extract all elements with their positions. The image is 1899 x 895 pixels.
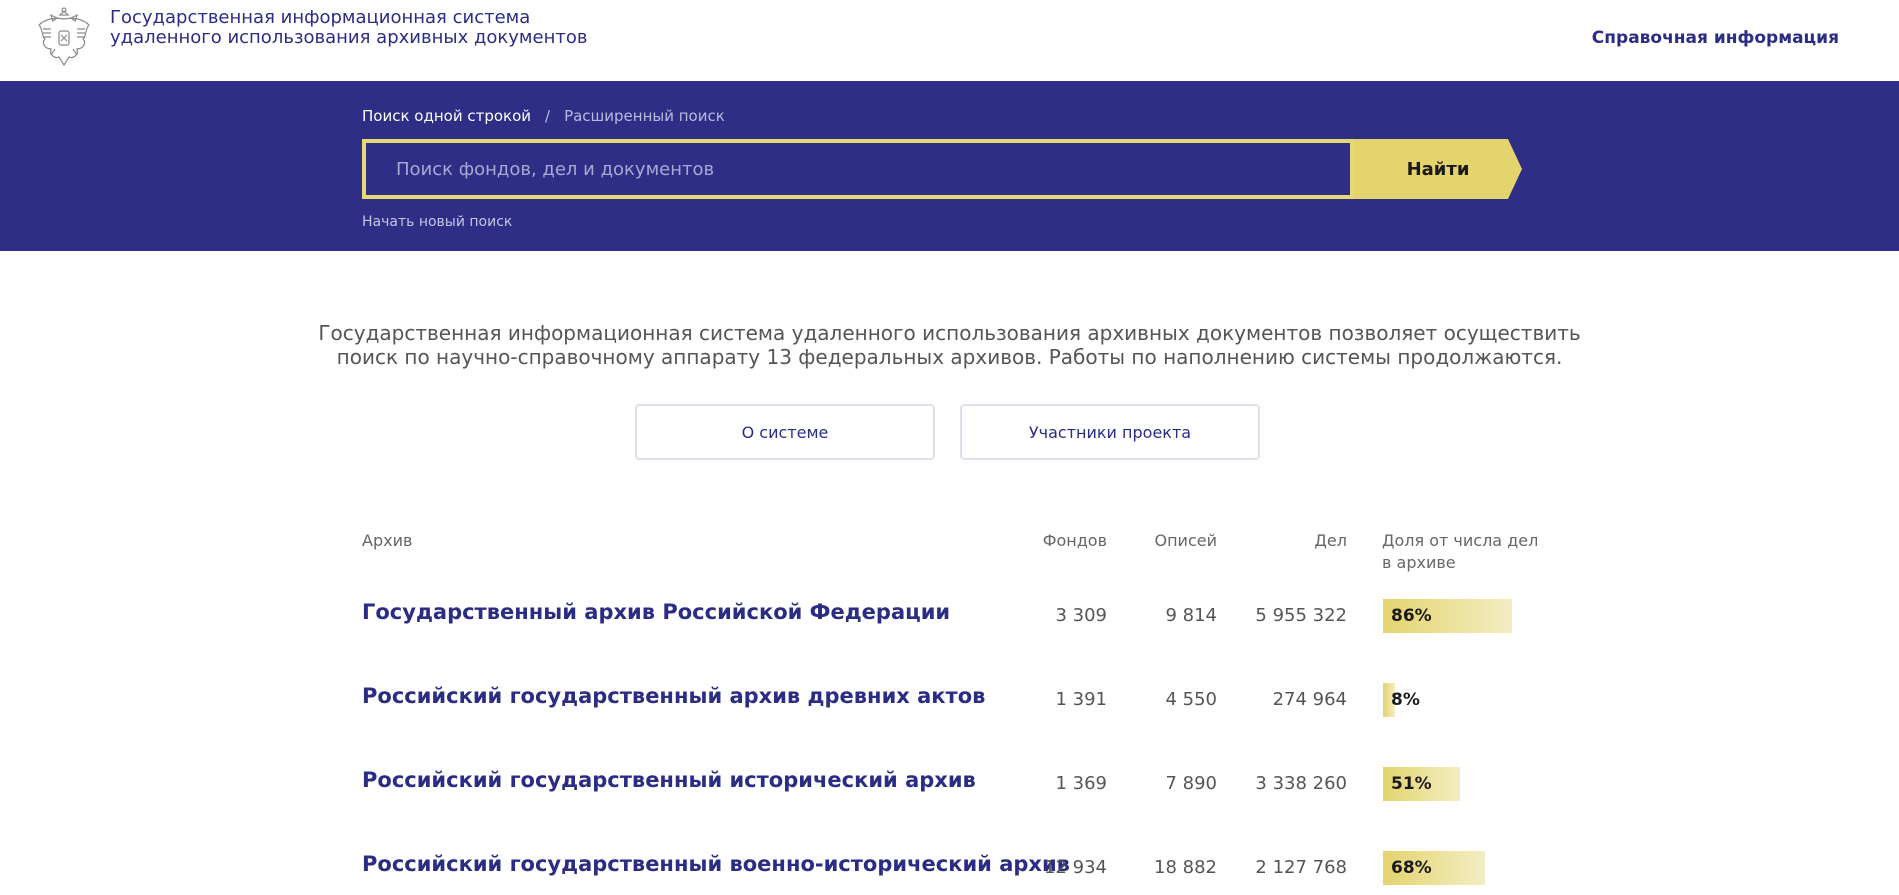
site-header: Государственная информационная система у… xyxy=(0,0,1899,81)
tab-separator: / xyxy=(545,107,551,125)
inventories-count: 9 814 xyxy=(1165,605,1217,626)
share-label: 86% xyxy=(1391,606,1432,626)
search-button[interactable]: Найти xyxy=(1354,139,1522,199)
tab-advanced-search[interactable]: Расширенный поиск xyxy=(564,107,725,125)
funds-count: 1 369 xyxy=(1055,773,1107,794)
search-mode-tabs: Поиск одной строкой / Расширенный поиск xyxy=(362,107,725,125)
share-label: 51% xyxy=(1391,774,1432,794)
col-header-inventories: Описей xyxy=(1154,531,1218,550)
site-title[interactable]: Государственная информационная система у… xyxy=(110,8,587,48)
cases-count: 5 955 322 xyxy=(1255,605,1347,626)
share-label: 8% xyxy=(1391,690,1420,710)
intro-text: Государственная информационная система у… xyxy=(0,321,1899,369)
funds-count: 3 309 xyxy=(1055,605,1107,626)
funds-count: 12 934 xyxy=(1044,857,1107,878)
intro-line1: Государственная информационная система у… xyxy=(318,321,1581,345)
new-search-link[interactable]: Начать новый поиск xyxy=(362,214,512,230)
about-system-button[interactable]: О системе xyxy=(635,404,935,460)
inventories-count: 7 890 xyxy=(1165,773,1217,794)
coat-of-arms-icon[interactable] xyxy=(35,5,93,69)
help-info-link[interactable]: Справочная информация xyxy=(1592,28,1839,48)
cases-count: 2 127 768 xyxy=(1255,857,1347,878)
col-header-cases: Дел xyxy=(1314,531,1347,550)
col-header-share-line1: Доля от числа дел xyxy=(1382,531,1539,550)
search-input[interactable] xyxy=(366,143,1350,195)
site-title-line2: удаленного использования архивных докуме… xyxy=(110,27,588,48)
funds-count: 1 391 xyxy=(1055,689,1107,710)
cases-count: 3 338 260 xyxy=(1255,773,1347,794)
search-field-frame xyxy=(362,139,1354,199)
archive-name-link[interactable]: Государственный архив Российской Федерац… xyxy=(362,600,950,624)
project-members-button[interactable]: Участники проекта xyxy=(960,404,1260,460)
share-label: 68% xyxy=(1391,858,1432,878)
col-header-archive: Архив xyxy=(362,531,413,550)
inventories-count: 18 882 xyxy=(1154,857,1217,878)
col-header-funds: Фондов xyxy=(1042,531,1107,550)
archive-name-link[interactable]: Российский государственный исторический … xyxy=(362,768,976,792)
cases-count: 274 964 xyxy=(1272,689,1347,710)
site-title-line1: Государственная информационная система xyxy=(110,7,531,28)
col-header-share: Доля от числа дел в архиве xyxy=(1382,530,1538,574)
archive-name-link[interactable]: Российский государственный военно-истори… xyxy=(362,852,1070,876)
col-header-share-line2: в архиве xyxy=(1382,553,1456,572)
tab-simple-search[interactable]: Поиск одной строкой xyxy=(362,107,531,125)
intro-line2: поиск по научно-справочному аппарату 13 … xyxy=(336,345,1563,369)
archive-name-link[interactable]: Российский государственный архив древних… xyxy=(362,684,985,708)
search-panel: Поиск одной строкой / Расширенный поиск На… xyxy=(0,81,1899,251)
inventories-count: 4 550 xyxy=(1165,689,1217,710)
